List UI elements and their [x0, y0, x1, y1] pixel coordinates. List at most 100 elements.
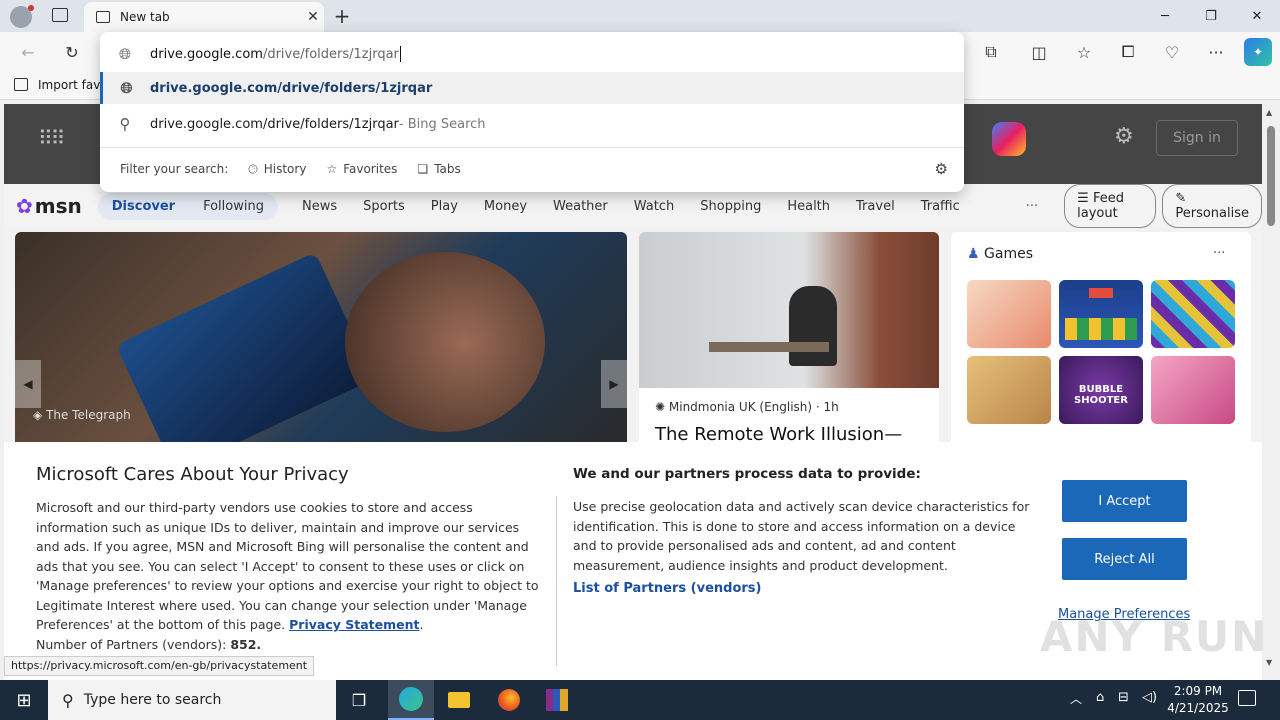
address-path: /drive/folders/1zjrqar	[262, 46, 399, 62]
hero-source-name: The Telegraph	[46, 408, 131, 422]
notifications-icon[interactable]	[1238, 690, 1256, 706]
personalise-label: Personalise	[1175, 206, 1249, 221]
scroll-thumb[interactable]	[1267, 126, 1275, 226]
source-name: Mindmonia UK (English)	[668, 400, 813, 414]
copilot-logo-icon[interactable]	[992, 122, 1026, 156]
windows-start-icon[interactable]: ⊞	[0, 680, 48, 720]
settings-gear-icon[interactable]: ⚙	[1114, 124, 1134, 149]
nav-news[interactable]: News	[302, 199, 337, 214]
favorites-icon: ☆	[326, 162, 338, 176]
game-tile-bubble[interactable]: BUBBLE SHOOTER	[1059, 356, 1143, 424]
msn-logo-text: msn	[34, 194, 82, 218]
tabs-icon: ❏	[417, 162, 429, 176]
sign-in-button[interactable]: Sign in	[1156, 120, 1238, 156]
split-screen-icon[interactable]: ◫	[1025, 38, 1053, 66]
nav-travel[interactable]: Travel	[856, 199, 895, 214]
clock[interactable]: 2:09 PM 4/21/2025	[1166, 683, 1230, 717]
back-arrow-icon[interactable]: ←	[14, 38, 42, 66]
hero-source: ◈ The Telegraph	[33, 408, 131, 422]
notification-dot	[28, 5, 34, 11]
privacy-body: Microsoft and our third-party vendors us…	[36, 500, 539, 632]
taskbar-search-box[interactable]: ⚲ Type here to search	[48, 680, 336, 720]
import-favorites-icon	[14, 78, 28, 91]
volume-icon[interactable]: ◁)	[1142, 690, 1157, 705]
new-tab-plus-icon[interactable]: +	[332, 4, 352, 28]
filter-history[interactable]: History	[264, 162, 307, 176]
minimize-button[interactable]: ─	[1142, 0, 1188, 32]
device-icon[interactable]: ⌂	[1096, 690, 1104, 705]
msn-logo-icon[interactable]: ✿	[16, 194, 33, 218]
filter-tabs[interactable]: Tabs	[434, 162, 461, 176]
close-window-button[interactable]: ✕	[1234, 0, 1280, 32]
edge-taskbar-icon[interactable]	[388, 680, 434, 720]
nav-shopping[interactable]: Shopping	[700, 199, 761, 214]
article-card[interactable]: ✺ Mindmonia UK (English) · 1h The Remote…	[639, 232, 939, 452]
filter-favorites[interactable]: Favorites	[343, 162, 397, 176]
show-hidden-icons[interactable]: ︿	[1070, 690, 1082, 707]
restore-button[interactable]: ❐	[1188, 0, 1234, 32]
page-scrollbar[interactable]: ▲ ▼	[1262, 104, 1280, 676]
nav-more-icon[interactable]: ···	[1026, 199, 1038, 214]
suggestion-url[interactable]: 🌐︎ drive.google.com/drive/folders/1zjrqa…	[100, 72, 964, 104]
game-tile-makeup[interactable]	[1151, 356, 1235, 424]
more-menu-icon[interactable]: ···	[1202, 38, 1230, 66]
apps-grid-icon[interactable]: ⠿⠿	[38, 126, 65, 150]
block-row	[1065, 318, 1137, 340]
hand-image	[345, 252, 545, 432]
game-tile-blocks[interactable]	[1059, 280, 1143, 348]
suggestion-bing-search[interactable]: ⚲ drive.google.com/drive/folders/1zjrqar…	[100, 108, 964, 140]
settings-gear-icon[interactable]: ⚙	[935, 160, 948, 178]
nav-discover[interactable]: Discover	[97, 192, 190, 220]
tab-new-tab[interactable]: New tab ✕	[84, 2, 324, 32]
reject-all-button[interactable]: Reject All	[1062, 538, 1187, 580]
file-explorer-icon[interactable]	[436, 680, 482, 720]
browser-essentials-icon[interactable]: ♡	[1158, 38, 1186, 66]
games-more-icon[interactable]: ···	[1213, 246, 1225, 261]
games-title: Games	[984, 246, 1033, 262]
article-source: ✺ Mindmonia UK (English) · 1h	[655, 400, 839, 414]
text-cursor	[399, 46, 401, 62]
collections-icon[interactable]: ⧠	[1114, 38, 1142, 66]
nav-sports[interactable]: Sports	[363, 199, 405, 214]
data-processing-body: Use precise geolocation data and activel…	[573, 499, 1030, 573]
game-tile-wood[interactable]	[967, 356, 1051, 424]
carousel-prev-icon[interactable]: ◀	[15, 360, 41, 408]
refresh-icon[interactable]: ↻	[58, 38, 86, 66]
personalise-button[interactable]: ✎ Personalise	[1162, 184, 1262, 228]
history-icon: 🕒︎	[248, 161, 258, 176]
tab-actions-icon[interactable]	[52, 8, 68, 22]
network-icon[interactable]: ⊟	[1118, 690, 1129, 705]
extensions-icon[interactable]: ⧉	[977, 38, 1005, 66]
game-tile-jewels[interactable]	[1151, 280, 1235, 348]
list-partners-link[interactable]: List of Partners (vendors)	[573, 581, 761, 596]
address-domain: drive.google.com	[150, 46, 263, 62]
nav-watch[interactable]: Watch	[634, 199, 674, 214]
nav-weather[interactable]: Weather	[553, 199, 608, 214]
privacy-statement-link[interactable]: Privacy Statement	[289, 617, 419, 632]
nav-play[interactable]: Play	[431, 199, 458, 214]
nav-health[interactable]: Health	[787, 199, 830, 214]
firefox-icon[interactable]	[486, 680, 532, 720]
game-tile-anime[interactable]	[967, 280, 1051, 348]
nav-following[interactable]: Following	[189, 192, 278, 220]
games-card: ♟ Games ··· BUBBLE SHOOTER	[951, 232, 1251, 452]
carousel-next-icon[interactable]: ▶	[601, 360, 627, 408]
accept-button[interactable]: I Accept	[1062, 480, 1187, 522]
import-favorites-link[interactable]: Import favo	[38, 78, 108, 92]
hero-article-card[interactable]: ◀ ▶ ◈ The Telegraph	[15, 232, 627, 452]
feed-layout-button[interactable]: ☰ Feed layout	[1064, 184, 1157, 228]
nav-traffic[interactable]: Traffic	[921, 199, 960, 214]
article-image	[639, 232, 939, 388]
favorites-star-icon[interactable]: ☆	[1070, 38, 1098, 66]
close-tab-icon[interactable]: ✕	[302, 9, 324, 25]
scroll-up-icon[interactable]: ▲	[1266, 108, 1272, 117]
task-view-icon[interactable]: ❒	[336, 680, 382, 720]
taskbar: ⊞ ⚲ Type here to search ❒ ︿ ⌂ ⊟ ◁) 2:09 …	[0, 680, 1280, 720]
winrar-icon[interactable]	[534, 680, 580, 720]
copilot-icon[interactable]: ✦	[1244, 38, 1272, 66]
divider	[100, 147, 964, 148]
nav-money[interactable]: Money	[484, 199, 527, 214]
privacy-title: Microsoft Cares About Your Privacy	[36, 464, 349, 485]
filter-label: Filter your search:	[120, 162, 229, 176]
address-bar[interactable]: 🌐︎ drive.google.com/drive/folders/1zjrqa…	[100, 36, 964, 72]
